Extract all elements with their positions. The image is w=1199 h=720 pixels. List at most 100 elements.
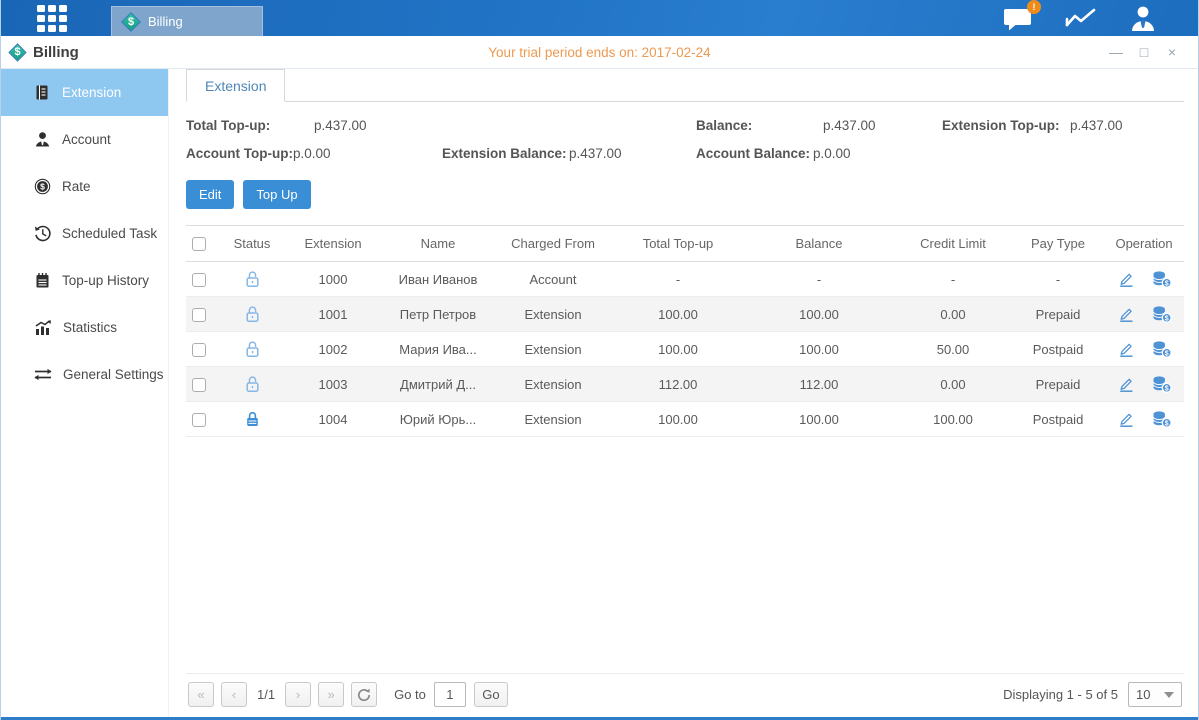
cell-credit-limit: 100.00	[894, 412, 1012, 427]
svg-text:$: $	[1165, 350, 1169, 357]
first-page-button[interactable]: «	[188, 682, 214, 707]
refresh-icon	[357, 688, 371, 702]
coins-dollar-icon: $	[1151, 410, 1172, 428]
sidebar-item-account[interactable]: Account	[1, 116, 168, 163]
topup-icon[interactable]: $	[1151, 305, 1172, 323]
row-checkbox[interactable]	[192, 413, 206, 427]
goto-label: Go to	[394, 687, 426, 702]
edit-icon[interactable]	[1116, 340, 1135, 358]
coins-dollar-icon: $	[1151, 270, 1172, 288]
cell-balance: 100.00	[744, 342, 894, 357]
top-up-button[interactable]: Top Up	[243, 180, 310, 209]
user-icon[interactable]	[1128, 5, 1158, 31]
pencil-icon	[1116, 410, 1135, 428]
sidebar-item-scheduled-task[interactable]: Scheduled Task	[1, 210, 168, 257]
sidebar-item-label: Extension	[62, 85, 121, 100]
topup-icon[interactable]: $	[1151, 270, 1172, 288]
main-content: Extension Total Top-up: p.437.00 Balance…	[169, 69, 1198, 717]
row-checkbox[interactable]	[192, 273, 206, 287]
close-button[interactable]: ×	[1164, 44, 1180, 60]
cell-total-top-up: 100.00	[612, 342, 744, 357]
select-all-checkbox[interactable]	[192, 237, 206, 251]
pencil-icon	[1116, 305, 1135, 323]
topup-icon[interactable]: $	[1151, 375, 1172, 393]
statistics-icon[interactable]	[1064, 6, 1098, 31]
billing-app-tab[interactable]: $ Billing	[111, 6, 263, 36]
cell-charged-from: Extension	[494, 307, 612, 322]
pencil-icon	[1116, 270, 1135, 288]
minimize-button[interactable]: —	[1108, 44, 1124, 60]
column-status: Status	[220, 236, 284, 251]
cell-charged-from: Account	[494, 272, 612, 287]
svg-text:$: $	[1165, 280, 1169, 287]
table-body: 1000Иван ИвановAccount----$1001Петр Петр…	[186, 262, 1184, 437]
lock-open-icon	[244, 305, 261, 323]
person-icon	[1128, 5, 1158, 31]
sidebar-item-top-up-history[interactable]: Top-up History	[1, 257, 168, 304]
row-checkbox[interactable]	[192, 308, 206, 322]
cell-credit-limit: -	[894, 272, 1012, 287]
sidebar-item-label: Scheduled Task	[62, 226, 157, 241]
last-page-button[interactable]: »	[318, 682, 344, 707]
sidebar-item-label: Statistics	[63, 320, 117, 335]
sidebar-item-rate[interactable]: $ Rate	[1, 163, 168, 210]
cell-name: Петр Петров	[382, 307, 494, 322]
billing-diamond-icon: $	[122, 13, 140, 31]
prev-page-button[interactable]: ‹	[221, 682, 247, 707]
tab-bar-spacer	[285, 69, 1184, 102]
edit-icon[interactable]	[1116, 305, 1135, 323]
messages-icon[interactable]: !	[1002, 6, 1034, 31]
sidebar-item-general-settings[interactable]: General Settings	[1, 351, 168, 398]
summary-account-balance: Account Balance: p.0.00	[696, 146, 942, 161]
column-extension: Extension	[284, 236, 382, 251]
status-cell	[220, 340, 284, 358]
action-buttons: Edit Top Up	[186, 180, 1184, 209]
topup-icon[interactable]: $	[1151, 340, 1172, 358]
cell-charged-from: Extension	[494, 342, 612, 357]
edit-icon[interactable]	[1116, 410, 1135, 428]
ledger-icon	[34, 84, 51, 101]
cell-charged-from: Extension	[494, 377, 612, 392]
notification-badge: !	[1027, 0, 1041, 14]
sidebar-item-extension[interactable]: Extension	[1, 69, 168, 116]
cell-balance: 112.00	[744, 377, 894, 392]
svg-text:$: $	[1165, 315, 1169, 322]
extension-table: Status Extension Name Charged From Total…	[186, 225, 1184, 437]
cell-extension: 1000	[284, 272, 382, 287]
table-row: 1004Юрий Юрь...Extension100.00100.00100.…	[186, 402, 1184, 437]
row-checkbox[interactable]	[192, 343, 206, 357]
sidebar: Extension Account $ Rate	[1, 69, 169, 717]
table-row: 1003Дмитрий Д...Extension112.00112.000.0…	[186, 367, 1184, 402]
summary-balance: Balance: p.437.00	[696, 118, 942, 133]
column-operation: Operation	[1104, 236, 1184, 251]
billing-diamond-icon: $	[9, 44, 26, 61]
cell-pay-type: Prepaid	[1012, 377, 1104, 392]
tab-extension[interactable]: Extension	[186, 69, 285, 102]
row-checkbox[interactable]	[192, 378, 206, 392]
svg-text:$: $	[1165, 420, 1169, 427]
cell-extension: 1002	[284, 342, 382, 357]
page-size-select[interactable]: 10	[1128, 682, 1182, 707]
table-row: 1000Иван ИвановAccount----$	[186, 262, 1184, 297]
edit-button[interactable]: Edit	[186, 180, 234, 209]
refresh-button[interactable]	[351, 682, 377, 707]
app-grid-icon[interactable]	[35, 4, 69, 32]
topup-icon[interactable]: $	[1151, 410, 1172, 428]
table-row: 1001Петр ПетровExtension100.00100.000.00…	[186, 297, 1184, 332]
operation-cell: $	[1104, 410, 1184, 428]
cell-total-top-up: -	[612, 272, 744, 287]
cell-pay-type: Postpaid	[1012, 342, 1104, 357]
cell-pay-type: Prepaid	[1012, 307, 1104, 322]
table-row: 1002Мария Ива...Extension100.00100.0050.…	[186, 332, 1184, 367]
lock-open-icon	[244, 270, 261, 288]
next-page-button[interactable]: ›	[285, 682, 311, 707]
status-cell	[220, 410, 284, 428]
edit-icon[interactable]	[1116, 270, 1135, 288]
sidebar-item-statistics[interactable]: Statistics	[1, 304, 168, 351]
go-button[interactable]: Go	[474, 682, 508, 707]
edit-icon[interactable]	[1116, 375, 1135, 393]
maximize-button[interactable]: □	[1136, 44, 1152, 60]
goto-page-input[interactable]	[434, 682, 466, 707]
cell-extension: 1001	[284, 307, 382, 322]
column-pay-type: Pay Type	[1012, 236, 1104, 251]
